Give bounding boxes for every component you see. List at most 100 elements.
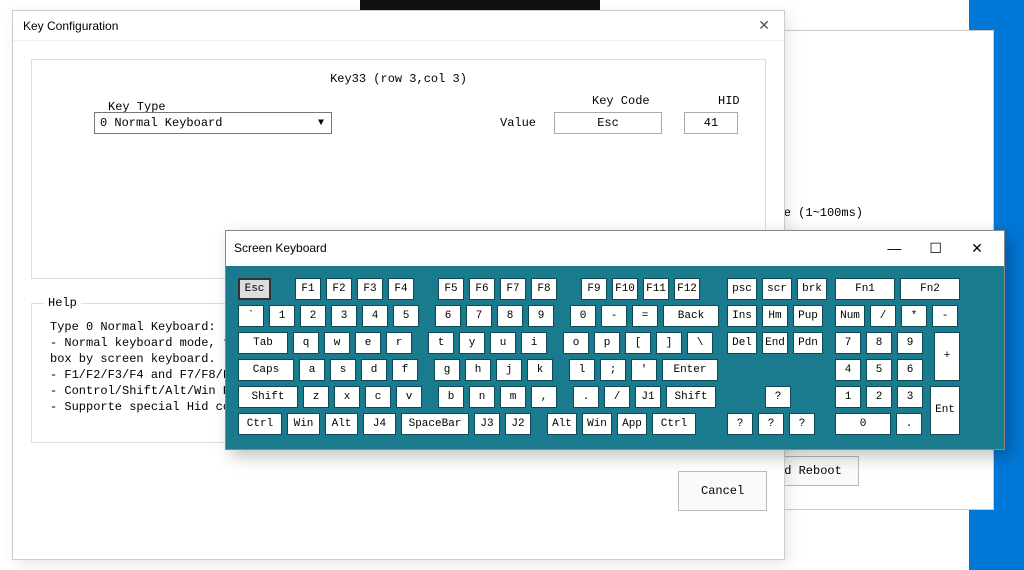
keyboard-key[interactable]: g — [434, 359, 460, 381]
keyboard-key[interactable]: p — [594, 332, 620, 354]
keyboard-key[interactable]: Alt — [547, 413, 577, 435]
keyboard-key[interactable]: m — [500, 386, 526, 408]
keyboard-key[interactable]: Fn2 — [900, 278, 960, 300]
keyboard-key[interactable]: SpaceBar — [401, 413, 469, 435]
keyboard-key[interactable]: Num — [835, 305, 865, 327]
keyboard-key[interactable]: ? — [727, 413, 753, 435]
keyboard-key[interactable]: F12 — [674, 278, 700, 300]
keyboard-key[interactable]: j — [496, 359, 522, 381]
keyboard-key[interactable]: Hm — [762, 305, 788, 327]
keyboard-key[interactable]: Pup — [793, 305, 823, 327]
cancel-button[interactable]: Cancel — [678, 471, 767, 511]
keyboard-key[interactable]: c — [365, 386, 391, 408]
maximize-icon[interactable]: ☐ — [917, 238, 955, 260]
keyboard-key[interactable]: 4 — [362, 305, 388, 327]
keyboard-key[interactable]: w — [324, 332, 350, 354]
screen-keyboard-titlebar[interactable]: Screen Keyboard — ☐ ✕ — [226, 231, 1004, 266]
keyboard-key[interactable]: v — [396, 386, 422, 408]
keyboard-key[interactable]: psc — [727, 278, 757, 300]
keyboard-key[interactable]: Shift — [238, 386, 298, 408]
close-icon[interactable]: ✕ — [754, 17, 774, 34]
keyboard-key[interactable]: n — [469, 386, 495, 408]
keyboard-key[interactable]: [ — [625, 332, 651, 354]
keyboard-key[interactable]: F7 — [500, 278, 526, 300]
keyboard-key[interactable]: . — [573, 386, 599, 408]
keyboard-key[interactable]: , — [531, 386, 557, 408]
keyboard-key[interactable]: h — [465, 359, 491, 381]
keyboard-key[interactable]: Win — [287, 413, 320, 435]
keyboard-key[interactable]: 8 — [866, 332, 892, 354]
keyboard-key[interactable]: a — [299, 359, 325, 381]
keyboard-key[interactable]: 7 — [835, 332, 861, 354]
keyboard-key[interactable]: ? — [758, 413, 784, 435]
keyboard-key[interactable]: Ctrl — [652, 413, 696, 435]
key-code-input[interactable]: Esc — [554, 112, 662, 134]
keyboard-key[interactable]: q — [293, 332, 319, 354]
keyboard-key[interactable]: Alt — [325, 413, 358, 435]
keyboard-key[interactable]: F6 — [469, 278, 495, 300]
keyboard-key[interactable]: Tab — [238, 332, 288, 354]
keyboard-key[interactable]: 9 — [528, 305, 554, 327]
keyboard-key[interactable]: Del — [727, 332, 757, 354]
keyboard-key[interactable]: 3 — [897, 386, 923, 408]
keyboard-key[interactable]: - — [601, 305, 627, 327]
keyboard-key[interactable]: J3 — [474, 413, 500, 435]
close-icon[interactable]: ✕ — [958, 238, 996, 260]
minimize-icon[interactable]: — — [875, 237, 913, 259]
keyboard-key[interactable]: 5 — [393, 305, 419, 327]
keyboard-key[interactable]: z — [303, 386, 329, 408]
keyboard-key[interactable]: = — [632, 305, 658, 327]
keyboard-key[interactable]: t — [428, 332, 454, 354]
keyboard-key[interactable]: Ins — [727, 305, 757, 327]
keyboard-key[interactable]: Win — [582, 413, 612, 435]
keyboard-key[interactable]: ? — [765, 386, 791, 408]
keyboard-key[interactable]: ? — [789, 413, 815, 435]
keyboard-key[interactable]: Enter — [662, 359, 718, 381]
keyboard-key[interactable]: J1 — [635, 386, 661, 408]
keyboard-key[interactable]: F1 — [295, 278, 321, 300]
keyboard-key[interactable]: / — [870, 305, 896, 327]
keyboard-key[interactable]: ; — [600, 359, 626, 381]
keyboard-key[interactable]: f — [392, 359, 418, 381]
keyboard-key[interactable]: F8 — [531, 278, 557, 300]
keyboard-key[interactable]: 2 — [300, 305, 326, 327]
keyboard-key[interactable]: F11 — [643, 278, 669, 300]
keyboard-key[interactable]: 4 — [835, 359, 861, 381]
keyboard-key[interactable]: 5 — [866, 359, 892, 381]
keyboard-key[interactable]: x — [334, 386, 360, 408]
keyboard-key[interactable]: 2 — [866, 386, 892, 408]
keyboard-key[interactable]: brk — [797, 278, 827, 300]
keyboard-key[interactable]: s — [330, 359, 356, 381]
keyboard-key[interactable]: ' — [631, 359, 657, 381]
keyboard-key[interactable]: y — [459, 332, 485, 354]
keyboard-key[interactable]: 1 — [269, 305, 295, 327]
keyboard-key[interactable]: 0 — [570, 305, 596, 327]
keyboard-key[interactable]: 6 — [435, 305, 461, 327]
keyboard-key[interactable]: - — [932, 305, 958, 327]
keyboard-key[interactable]: Ctrl — [238, 413, 282, 435]
hid-input[interactable]: 41 — [684, 112, 738, 134]
keyboard-key[interactable]: F4 — [388, 278, 414, 300]
keyboard-key[interactable]: k — [527, 359, 553, 381]
keyboard-key[interactable]: 1 — [835, 386, 861, 408]
keyboard-key[interactable]: Caps — [238, 359, 294, 381]
keyboard-key[interactable]: Pdn — [793, 332, 823, 354]
key-configuration-titlebar[interactable]: Key Configuration ✕ — [13, 11, 784, 41]
keyboard-key[interactable]: 6 — [897, 359, 923, 381]
keyboard-key[interactable]: F3 — [357, 278, 383, 300]
keyboard-key[interactable]: o — [563, 332, 589, 354]
keyboard-key[interactable]: 8 — [497, 305, 523, 327]
keyboard-key[interactable]: Shift — [666, 386, 716, 408]
keyboard-key[interactable]: F5 — [438, 278, 464, 300]
keyboard-key[interactable]: 7 — [466, 305, 492, 327]
keyboard-key[interactable]: J2 — [505, 413, 531, 435]
keyboard-key[interactable]: F9 — [581, 278, 607, 300]
keyboard-key[interactable]: e — [355, 332, 381, 354]
keyboard-key[interactable]: l — [569, 359, 595, 381]
keyboard-key[interactable]: 0 — [835, 413, 891, 435]
keyboard-key[interactable]: F2 — [326, 278, 352, 300]
keyboard-key[interactable]: 3 — [331, 305, 357, 327]
keyboard-key[interactable]: ] — [656, 332, 682, 354]
keyboard-key[interactable]: b — [438, 386, 464, 408]
keyboard-key[interactable]: J4 — [363, 413, 396, 435]
